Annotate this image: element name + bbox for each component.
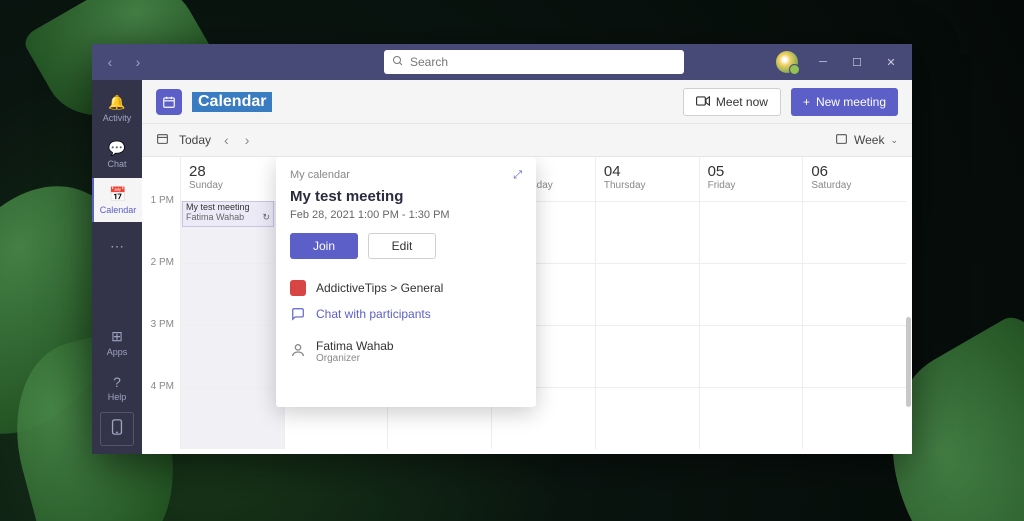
titlebar: ‹ › Search ─ ☐ ✕ xyxy=(92,44,912,80)
organizer-role: Organizer xyxy=(316,353,394,364)
rail-apps[interactable]: ⊞ Apps xyxy=(92,320,142,364)
organizer-row: Fatima Wahab Organizer xyxy=(290,339,522,364)
video-icon xyxy=(696,95,710,109)
time-gutter: 1 PM 2 PM 3 PM 4 PM xyxy=(142,201,180,449)
join-button[interactable]: Join xyxy=(290,233,358,259)
popover-title: My test meeting xyxy=(290,188,522,205)
rail-label: Apps xyxy=(107,347,128,357)
meeting-popover: My calendar ⤢ My test meeting Feb 28, 20… xyxy=(276,157,536,407)
today-icon xyxy=(156,132,169,148)
day-header[interactable]: 04 Thursday xyxy=(595,157,699,201)
rail-label: Help xyxy=(108,392,127,402)
page-title: Calendar xyxy=(192,92,272,112)
person-icon xyxy=(290,342,306,361)
nav-back-button[interactable]: ‹ xyxy=(98,50,122,74)
window-close-button[interactable]: ✕ xyxy=(876,47,906,77)
rail-label: Chat xyxy=(107,159,126,169)
edit-button[interactable]: Edit xyxy=(368,233,436,259)
today-button[interactable]: Today xyxy=(179,133,211,147)
chat-icon xyxy=(290,306,306,322)
scrollbar-thumb[interactable] xyxy=(906,317,911,407)
more-icon: ⋯ xyxy=(110,238,124,255)
view-selector[interactable]: Week xyxy=(854,133,884,147)
user-avatar[interactable] xyxy=(776,51,798,73)
rail-label: Calendar xyxy=(100,205,137,215)
event-subtitle: Fatima Wahab xyxy=(186,213,244,223)
chevron-down-icon: ⌄ xyxy=(890,135,898,146)
chat-link: Chat with participants xyxy=(316,307,431,321)
day-header[interactable]: 05 Friday xyxy=(699,157,803,201)
meet-now-label: Meet now xyxy=(716,95,768,109)
day-header[interactable]: 06 Saturday xyxy=(802,157,906,201)
apps-icon: ⊞ xyxy=(111,328,123,345)
rail-chat[interactable]: 💬 Chat xyxy=(92,132,142,176)
prev-period-button[interactable]: ‹ xyxy=(221,132,232,148)
expand-icon[interactable]: ⤢ xyxy=(513,169,522,182)
recurring-icon: ↻ xyxy=(262,213,270,223)
app-window: ‹ › Search ─ ☐ ✕ 🔔 Activity 💬 Chat 📅 xyxy=(92,44,912,454)
nav-forward-button[interactable]: › xyxy=(126,50,150,74)
window-minimize-button[interactable]: ─ xyxy=(808,47,838,77)
main-area: Calendar Meet now + New meeting Today xyxy=(142,80,912,454)
chat-row[interactable]: Chat with participants xyxy=(290,301,522,327)
day-header[interactable]: 28 Sunday xyxy=(180,157,284,201)
view-icon xyxy=(835,132,848,148)
search-input[interactable]: Search xyxy=(384,50,684,74)
plus-icon: + xyxy=(803,95,810,109)
calendar-icon: 📅 xyxy=(109,186,126,203)
popover-time: Feb 28, 2021 1:00 PM - 1:30 PM xyxy=(290,209,522,221)
next-period-button[interactable]: › xyxy=(242,132,253,148)
channel-text: AddictiveTips > General xyxy=(316,281,443,295)
new-meeting-label: New meeting xyxy=(816,95,886,109)
bell-icon: 🔔 xyxy=(108,94,125,111)
phone-icon xyxy=(111,419,123,440)
rail-activity[interactable]: 🔔 Activity xyxy=(92,86,142,130)
search-placeholder: Search xyxy=(410,55,448,69)
popover-caption: My calendar xyxy=(290,169,350,182)
rail-help[interactable]: ? Help xyxy=(92,366,142,410)
help-icon: ? xyxy=(113,374,121,390)
calendar-event[interactable]: My test meeting Fatima Wahab ↻ xyxy=(182,201,274,227)
nav-rail: 🔔 Activity 💬 Chat 📅 Calendar ⋯ ⊞ Apps ? xyxy=(92,80,142,454)
organizer-name: Fatima Wahab xyxy=(316,339,394,353)
window-maximize-button[interactable]: ☐ xyxy=(842,47,872,77)
channel-row[interactable]: AddictiveTips > General xyxy=(290,275,522,301)
rail-more[interactable]: ⋯ xyxy=(92,224,142,268)
rail-label: Activity xyxy=(103,113,132,123)
calendar-badge-icon xyxy=(156,89,182,115)
page-header: Calendar Meet now + New meeting xyxy=(142,80,912,124)
meet-now-button[interactable]: Meet now xyxy=(683,88,781,116)
chat-icon: 💬 xyxy=(108,140,125,157)
calendar-toolbar: Today ‹ › Week ⌄ xyxy=(142,124,912,156)
search-icon xyxy=(392,55,404,70)
rail-mobile-button[interactable] xyxy=(100,412,134,446)
calendar-grid[interactable]: 28 Sunday 01 Monday 02 Tuesday 03 Wednes… xyxy=(142,156,912,454)
channel-icon xyxy=(290,280,306,296)
rail-calendar[interactable]: 📅 Calendar xyxy=(92,178,142,222)
new-meeting-button[interactable]: + New meeting xyxy=(791,88,898,116)
